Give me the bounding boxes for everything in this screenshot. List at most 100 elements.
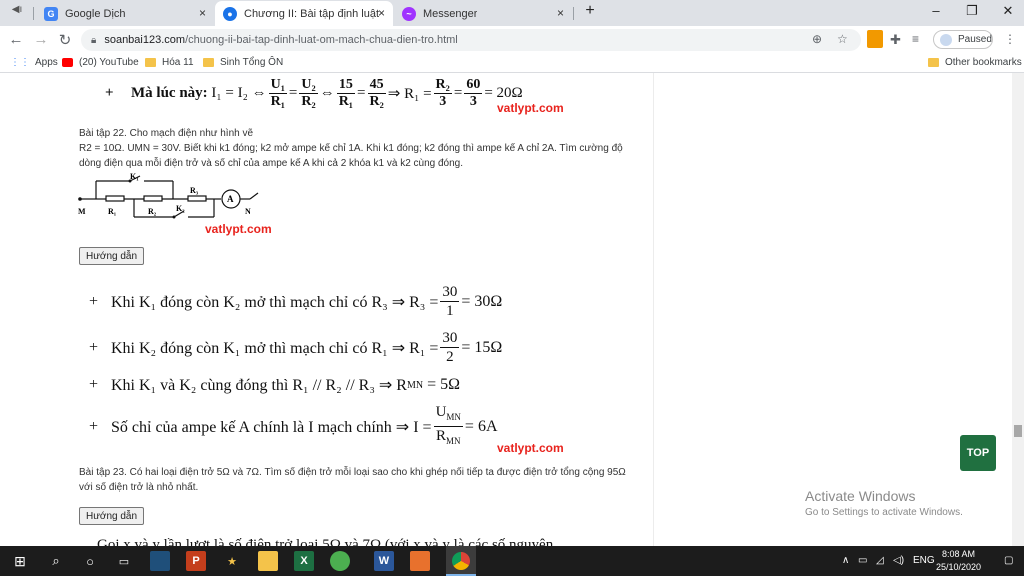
tab-google-translate[interactable]: G Google Dịch × [36,1,214,26]
bookmark-apps[interactable]: ⋮⋮ Apps [10,57,58,68]
profile-paused-button[interactable]: Paused [933,30,993,49]
bookmark-star-icon[interactable]: ☆ [837,32,848,46]
tab-messenger[interactable]: ~ Messenger × [394,1,572,26]
close-tab-icon[interactable]: × [557,6,564,20]
url-path: /chuong-ii-bai-tap-dinh-luat-om-mach-chu… [185,34,458,46]
avatar [940,33,952,46]
restore-button[interactable]: ❐ [962,3,982,19]
app-icon[interactable] [410,551,430,571]
network-icon[interactable]: ◿ [876,555,884,566]
search-icon[interactable]: ⌕ [46,551,66,571]
fraction: UMN RMN [433,403,463,450]
cut-off-line: Gọi x và y lần lượt là số điện trở loại … [97,537,554,546]
close-tab-icon[interactable]: × [199,6,206,20]
r1-label: R₁ [108,207,117,216]
url-domain: soanbai123.com [104,34,186,46]
forward-arrow-icon[interactable]: → [32,31,50,48]
excel-icon[interactable]: X [294,551,314,571]
solution-result: = 5Ω [427,376,461,393]
battery-icon[interactable]: ▭ [858,555,867,566]
denominator: R₂ [301,94,316,109]
tab-title: Google Dịch [65,7,126,20]
denominator: R₁ [270,94,285,109]
extension-off-icon[interactable] [867,30,883,48]
denominator: 1 [446,303,454,319]
numerator: 60 [464,77,483,94]
scrollbar-thumb[interactable] [1014,425,1022,437]
bookmark-youtube[interactable]: (20) YouTube [62,57,139,68]
task-view-icon[interactable]: ▭ [114,551,134,571]
extensions-puzzle-icon[interactable]: ✚ [890,32,901,48]
folder-icon [928,58,939,67]
chrome-taskbar-button[interactable] [446,546,476,576]
eq-prefix: Mà lúc này: [131,85,208,101]
k2-label: K₂ [176,204,185,213]
page-scrollbar[interactable] [1012,73,1024,546]
lock-icon: 🔒︎ [91,34,97,46]
bookmarks-bar: ⋮⋮ Apps (20) YouTube Hóa 11 Sinh Tổng ÔN… [0,54,1024,73]
numerator: 45 [367,77,386,94]
bookmark-label: Hóa 11 [162,57,194,68]
bookmark-label: (20) YouTube [79,57,139,68]
bookmark-sinh-tong-on[interactable]: Sinh Tổng ÔN [203,57,283,68]
windows-start-icon[interactable]: ⊞ [10,551,30,571]
language-indicator[interactable]: ENG [913,555,935,566]
tab-strip: ◀ı G Google Dịch × ● Chương II: Bài tập … [0,0,1024,26]
other-bookmarks[interactable]: Other bookmarks [928,57,1022,68]
problem-23: Bài tập 23. Có hai loại điện trở 5Ω và 7… [79,467,626,493]
numerator: R₂ [433,77,452,94]
bullet-plus: + [89,417,99,435]
new-tab-button[interactable]: + [580,2,600,20]
numerator: 30 [440,330,460,348]
numerator: U₂ [299,77,318,94]
powerpoint-icon[interactable]: P [186,551,206,571]
back-arrow-icon[interactable]: ← [7,31,25,48]
numerator: 15 [336,77,355,94]
bookmark-hoa-11[interactable]: Hóa 11 [145,57,194,68]
app-icon[interactable] [150,551,170,571]
solution-result: = 6A [464,417,498,435]
bullet-plus: + [89,292,99,310]
tab-audio-icon[interactable]: ◀ı [8,4,26,15]
tray-chevron-icon[interactable]: ∧ [842,555,849,566]
app-icon[interactable] [330,551,350,571]
close-window-button[interactable]: ✕ [998,3,1018,19]
solution-text: Khi K₁ và K₂ cùng đóng thì R₁ // R₂ // R… [111,377,407,394]
zoom-icon[interactable]: ⊕ [812,32,822,46]
windows-taskbar: ⊞ ⌕ ○ ▭ P ★ X W ∧ ▭ ◿ ◁) ENG 8:08 AM 25/… [0,546,1024,576]
notifications-icon[interactable]: ▢ [1004,555,1013,566]
watermark: vatlypt.com [497,441,564,455]
back-to-top-button[interactable]: TOP [960,435,996,471]
eq-result: = 20Ω [484,85,523,101]
numerator: U [435,404,447,420]
node-m-label: M [78,207,86,216]
file-explorer-icon[interactable] [258,551,278,571]
guide-button-23[interactable]: Hướng dẫn [79,507,144,525]
denominator: 3 [469,94,477,109]
clock[interactable]: 8:08 AM 25/10/2020 [936,548,981,574]
solution-text: Khi K₁ đóng còn K₂ mở thì mạch chỉ có R₃… [111,293,439,311]
tab-chuong-ii[interactable]: ● Chương II: Bài tập định luật Ôm m × [215,1,393,26]
volume-icon[interactable]: ◁) [893,555,904,566]
close-tab-icon[interactable]: × [378,6,385,20]
menu-dots-icon[interactable]: ⋮ [1004,32,1016,46]
fraction: 45 R₂ [367,77,386,110]
numerator: 30 [440,284,460,302]
address-bar[interactable]: 🔒︎ soanbai123.com/chuong-ii-bai-tap-dinh… [81,29,861,51]
guide-button-22[interactable]: Hướng dẫn [79,247,144,265]
tab-separator [573,7,574,20]
subscript: MN [446,412,461,422]
solution-result: = 30Ω [461,292,503,310]
star-app-icon[interactable]: ★ [222,551,242,571]
tab-separator [33,7,34,20]
page-content: + Mà lúc này: I₁ = I₂ ⇔ U₁ R₁ = U₂ R₂ ⇔ 15… [0,73,1024,546]
fraction: U₂ R₂ [299,77,318,110]
cortana-icon[interactable]: ○ [80,551,100,571]
word-icon[interactable]: W [374,551,394,571]
clock-date: 25/10/2020 [936,562,982,572]
reload-icon[interactable]: ↻ [56,31,74,49]
node-n-label: N [245,207,251,216]
bullet-plus: + [89,376,99,393]
minimize-button[interactable]: – [926,3,946,18]
media-icon[interactable]: ≡ [912,32,919,46]
